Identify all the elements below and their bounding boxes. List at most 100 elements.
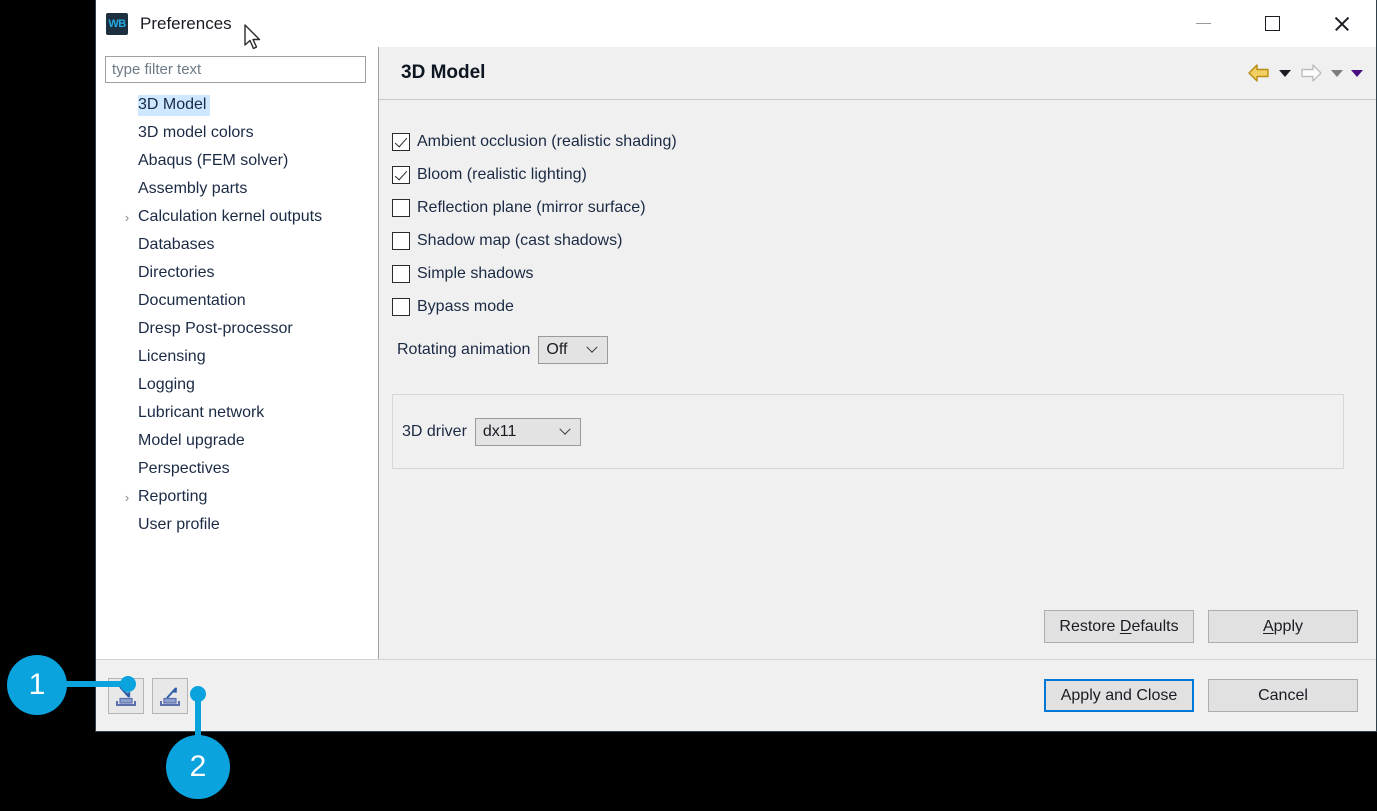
callout-1-anchor [120, 676, 136, 692]
page-footer: Restore Defaults Apply [379, 610, 1376, 659]
back-history-dropdown[interactable] [1276, 58, 1294, 88]
tree-item-label: Perspectives [138, 459, 234, 480]
preferences-tree[interactable]: ›3D Model›3D model colors›Abaqus (FEM so… [96, 89, 378, 659]
checkbox-unchecked-icon[interactable] [392, 298, 410, 316]
driver-value: dx11 [483, 423, 554, 441]
tree-item-calculation-kernel-outputs[interactable]: ›Calculation kernel outputs [96, 203, 378, 231]
checkbox-row-reflection-plane-mirror-surface[interactable]: Reflection plane (mirror surface) [392, 191, 1358, 224]
tree-item-3d-model-colors[interactable]: ›3D model colors [96, 119, 378, 147]
tree-item-logging[interactable]: ›Logging [96, 371, 378, 399]
callout-badge-2: 2 [166, 735, 230, 799]
checkbox-row-ambient-occlusion-realistic-shading[interactable]: Ambient occlusion (realistic shading) [392, 125, 1358, 158]
checkbox-unchecked-icon[interactable] [392, 232, 410, 250]
forward-arrow-icon [1299, 63, 1323, 83]
tree-item-label: Calculation kernel outputs [138, 207, 326, 228]
tree-item-label: Logging [138, 375, 199, 396]
tree-item-label: Databases [138, 235, 219, 256]
apply-button[interactable]: Apply [1208, 610, 1358, 643]
tree-item-directories[interactable]: ›Directories [96, 259, 378, 287]
checkbox-unchecked-icon[interactable] [392, 199, 410, 217]
preferences-page: 3D Model [379, 47, 1376, 659]
tree-item-label: Dresp Post-processor [138, 319, 297, 340]
tree-item-label: Directories [138, 263, 218, 284]
tree-item-abaqus-fem-solver[interactable]: ›Abaqus (FEM solver) [96, 147, 378, 175]
tree-item-model-upgrade[interactable]: ›Model upgrade [96, 427, 378, 455]
tree-item-perspectives[interactable]: ›Perspectives [96, 455, 378, 483]
checkbox-label: Shadow map (cast shadows) [417, 232, 622, 250]
checkbox-row-bloom-realistic-lighting[interactable]: Bloom (realistic lighting) [392, 158, 1358, 191]
tree-item-documentation[interactable]: ›Documentation [96, 287, 378, 315]
cancel-button[interactable]: Cancel [1208, 679, 1358, 712]
checkbox-unchecked-icon[interactable] [392, 265, 410, 283]
filter-area [96, 47, 378, 89]
export-preferences-icon [158, 684, 182, 708]
driver-select[interactable]: dx11 [475, 418, 581, 446]
tree-item-label: Lubricant network [138, 403, 268, 424]
filter-input[interactable] [105, 56, 366, 83]
close-button[interactable] [1307, 0, 1376, 47]
page-title: 3D Model [401, 62, 1244, 84]
checkbox-checked-icon[interactable] [392, 133, 410, 151]
chevron-down-icon [1279, 70, 1291, 77]
tree-item-licensing[interactable]: ›Licensing [96, 343, 378, 371]
rotating-animation-row: Rotating animation Off [392, 336, 1358, 364]
maximize-button[interactable] [1238, 0, 1307, 47]
checkbox-group: Ambient occlusion (realistic shading) Blo… [392, 125, 1358, 323]
tree-item-label: Documentation [138, 291, 250, 312]
tree-item-label: 3D model colors [138, 123, 258, 144]
dialog-bottom-bar: Apply and Close Cancel [96, 659, 1376, 731]
tree-item-lubricant-network[interactable]: ›Lubricant network [96, 399, 378, 427]
dialog-actions: Apply and Close Cancel [1044, 679, 1358, 712]
tree-item-label: Model upgrade [138, 431, 249, 452]
chevron-down-icon [1331, 70, 1343, 77]
checkbox-row-shadow-map-cast-shadows[interactable]: Shadow map (cast shadows) [392, 224, 1358, 257]
tree-item-label: User profile [138, 515, 224, 536]
forward-button[interactable] [1296, 58, 1326, 88]
chevron-down-icon [581, 346, 603, 354]
title-bar: WB Preferences [96, 0, 1376, 47]
page-content: Ambient occlusion (realistic shading) Blo… [379, 100, 1376, 610]
tree-item-label: Assembly parts [138, 179, 251, 200]
checkbox-checked-icon[interactable] [392, 166, 410, 184]
tree-item-label: Licensing [138, 347, 210, 368]
page-header: 3D Model [379, 47, 1376, 100]
page-menu-dropdown[interactable] [1348, 58, 1366, 88]
checkbox-label: Bloom (realistic lighting) [417, 166, 587, 184]
maximize-icon [1265, 16, 1280, 31]
tree-item-reporting[interactable]: ›Reporting [96, 483, 378, 511]
checkbox-label: Ambient occlusion (realistic shading) [417, 133, 677, 151]
preferences-dialog: WB Preferences ›3D Model› [95, 0, 1377, 732]
tree-item-dresp-post-processor[interactable]: ›Dresp Post-processor [96, 315, 378, 343]
preferences-io-toolbar [108, 678, 1044, 714]
preferences-sidebar: ›3D Model›3D model colors›Abaqus (FEM so… [96, 47, 379, 659]
close-icon [1333, 15, 1350, 32]
restore-defaults-button[interactable]: Restore Defaults [1044, 610, 1194, 643]
screen: WB Preferences ›3D Model› [0, 0, 1377, 811]
tree-item-label: Reporting [138, 487, 211, 508]
tree-item-3d-model[interactable]: ›3D Model [96, 91, 378, 119]
forward-history-dropdown[interactable] [1328, 58, 1346, 88]
tree-item-user-profile[interactable]: ›User profile [96, 511, 378, 539]
export-preferences-button[interactable] [152, 678, 188, 714]
chevron-right-icon[interactable]: › [116, 491, 138, 504]
window-controls [1169, 0, 1376, 47]
rotating-animation-value: Off [546, 341, 581, 359]
checkbox-label: Reflection plane (mirror surface) [417, 199, 646, 217]
tree-item-assembly-parts[interactable]: ›Assembly parts [96, 175, 378, 203]
tree-item-databases[interactable]: ›Databases [96, 231, 378, 259]
apply-and-close-button[interactable]: Apply and Close [1044, 679, 1194, 712]
dialog-body: ›3D Model›3D model colors›Abaqus (FEM so… [96, 47, 1376, 659]
rotating-animation-select[interactable]: Off [538, 336, 608, 364]
minimize-button[interactable] [1169, 0, 1238, 47]
tree-item-label: Abaqus (FEM solver) [138, 151, 292, 172]
page-navigation [1244, 58, 1366, 88]
chevron-right-icon[interactable]: › [116, 211, 138, 224]
window-title: Preferences [140, 14, 1169, 34]
back-button[interactable] [1244, 58, 1274, 88]
app-logo-icon: WB [106, 13, 128, 35]
checkbox-row-simple-shadows[interactable]: Simple shadows [392, 257, 1358, 290]
checkbox-row-bypass-mode[interactable]: Bypass mode [392, 290, 1358, 323]
checkbox-label: Simple shadows [417, 265, 534, 283]
callout-2-anchor [190, 686, 206, 702]
rotating-animation-label: Rotating animation [397, 341, 530, 359]
